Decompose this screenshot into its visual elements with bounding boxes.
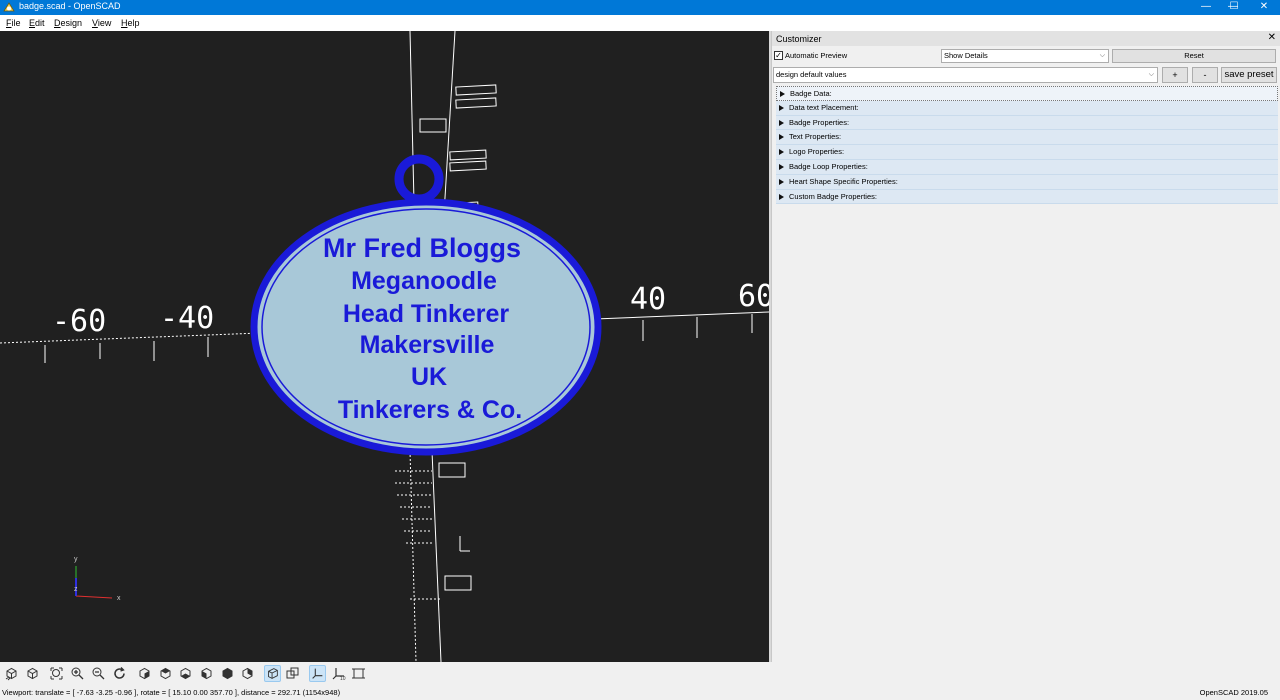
axis-label-60: 60 — [738, 279, 769, 314]
group-label: Logo Properties: — [789, 147, 845, 157]
badge-line-5: UK — [411, 363, 447, 391]
add-preset-button[interactable]: + — [1162, 67, 1188, 83]
group-label: Heart Shape Specific Properties: — [789, 176, 898, 186]
group-badge-loop-properties[interactable]: Badge Loop Properties: — [776, 159, 1278, 175]
reset-view-icon[interactable] — [111, 665, 128, 682]
view-top-icon[interactable] — [157, 665, 174, 682]
menu-edit[interactable]: Edit — [29, 17, 45, 29]
axis-label-40: 40 — [630, 282, 666, 317]
gizmo-x-label: x — [117, 595, 121, 602]
group-label: Data text Placement: — [789, 102, 859, 112]
save-preset-button[interactable]: save preset — [1221, 67, 1277, 83]
viewport-scene: -60 -40 40 60 Mr Fred Bloggs Meganoodle … — [0, 31, 769, 662]
close-button[interactable]: ✕ — [1249, 0, 1279, 15]
chevron-down-icon: ⌵ — [1099, 52, 1105, 59]
view-all-icon[interactable] — [48, 665, 65, 682]
status-bar: Viewport: translate = [ -7.63 -3.25 -0.9… — [0, 686, 1280, 700]
view-toolbar: 10 — [0, 662, 769, 686]
view-front-icon[interactable] — [219, 665, 236, 682]
view-bottom-icon[interactable] — [177, 665, 194, 682]
3d-viewport[interactable]: -60 -40 40 60 Mr Fred Bloggs Meganoodle … — [0, 31, 769, 662]
expand-arrow-icon — [779, 119, 784, 126]
perspective-icon[interactable] — [264, 665, 281, 682]
expand-arrow-icon — [780, 91, 785, 97]
automatic-preview-checkbox[interactable]: ✓ — [774, 51, 783, 60]
customizer-title: Customizer — [776, 34, 822, 44]
menu-design[interactable]: Design — [54, 17, 82, 29]
viewport-info: Viewport: translate = [ -7.63 -3.25 -0.9… — [2, 688, 341, 697]
axis-label-neg60: -60 — [52, 304, 106, 339]
gizmo-z-label: z — [74, 586, 78, 593]
badge-line-2: Meganoodle — [351, 267, 497, 295]
maximize-button[interactable]: ☐ — [1219, 0, 1249, 15]
details-select-value: Show Details — [944, 51, 988, 60]
zoom-out-icon[interactable] — [90, 665, 107, 682]
group-custom-badge-properties[interactable]: Custom Badge Properties: — [776, 189, 1278, 205]
customizer-close-icon[interactable]: ✕ — [1268, 32, 1276, 43]
badge-line-4: Makersville — [360, 331, 495, 359]
menu-file[interactable]: File — [6, 17, 21, 29]
show-edges-icon[interactable] — [350, 665, 367, 682]
badge-line-1: Mr Fred Bloggs — [323, 233, 521, 263]
menu-help[interactable]: Help — [121, 17, 140, 29]
customizer-panel: Customizer ✕ ✓ Automatic Preview Show De… — [771, 31, 1280, 662]
orthogonal-icon[interactable] — [284, 665, 301, 682]
group-data-text-placement[interactable]: Data text Placement: — [776, 100, 1278, 116]
version-label: OpenSCAD 2019.05 — [1199, 688, 1268, 697]
axis-label-neg40: -40 — [160, 301, 214, 336]
window-title: badge.scad - OpenSCAD — [19, 1, 121, 11]
reset-button[interactable]: Reset — [1112, 49, 1276, 63]
view-right-icon[interactable] — [136, 665, 153, 682]
details-select[interactable]: Show Details ⌵ — [941, 49, 1109, 63]
expand-arrow-icon — [779, 178, 784, 185]
minimize-button-2[interactable]: — — [1191, 0, 1221, 15]
expand-arrow-icon — [779, 104, 784, 111]
automatic-preview-label: Automatic Preview — [785, 51, 848, 60]
group-text-properties[interactable]: Text Properties: — [776, 130, 1278, 146]
svg-text:10: 10 — [340, 676, 346, 682]
view-back-icon[interactable] — [239, 665, 256, 682]
group-badge-data[interactable]: Badge Data: — [776, 86, 1278, 101]
gizmo-y-label: y — [74, 556, 78, 563]
preview-icon[interactable] — [3, 665, 20, 682]
remove-preset-button[interactable]: - — [1192, 67, 1218, 83]
group-label: Badge Data: — [790, 89, 832, 98]
badge-line-6: Tinkerers & Co. — [338, 396, 522, 424]
preset-select-value: design default values — [776, 70, 847, 79]
group-label: Badge Properties: — [789, 117, 850, 127]
view-left-icon[interactable] — [198, 665, 215, 682]
zoom-in-icon[interactable] — [69, 665, 86, 682]
expand-arrow-icon — [779, 149, 784, 156]
group-badge-properties[interactable]: Badge Properties: — [776, 115, 1278, 131]
preset-select[interactable]: design default values ⌵ — [773, 67, 1158, 83]
expand-arrow-icon — [779, 163, 784, 170]
menu-bar: File Edit Design View Help — [0, 15, 1280, 31]
expand-arrow-icon — [779, 134, 784, 141]
group-label: Custom Badge Properties: — [789, 191, 877, 201]
customizer-header: Customizer ✕ — [772, 31, 1280, 46]
group-logo-properties[interactable]: Logo Properties: — [776, 145, 1278, 160]
render-icon[interactable] — [24, 665, 41, 682]
show-scale-markers-icon[interactable]: 10 — [330, 665, 347, 682]
badge-loop — [394, 154, 444, 204]
show-axes-icon[interactable] — [309, 665, 326, 682]
chevron-down-icon: ⌵ — [1148, 71, 1154, 78]
group-label: Badge Loop Properties: — [789, 161, 868, 171]
badge-model: Mr Fred Bloggs Meganoodle Head Tinkerer … — [250, 154, 602, 456]
group-label: Text Properties: — [789, 132, 842, 142]
menu-view[interactable]: View — [92, 17, 111, 29]
badge-line-3: Head Tinkerer — [343, 300, 510, 328]
title-bar: badge.scad - OpenSCAD — — [0, 0, 1280, 15]
openscad-logo-icon — [3, 2, 15, 12]
axes-gizmo: x y z — [74, 556, 121, 602]
expand-arrow-icon — [779, 193, 784, 200]
group-heart-shape-properties[interactable]: Heart Shape Specific Properties: — [776, 174, 1278, 190]
parameter-groups: Badge Data: Data text Placement: Badge P… — [776, 86, 1278, 205]
